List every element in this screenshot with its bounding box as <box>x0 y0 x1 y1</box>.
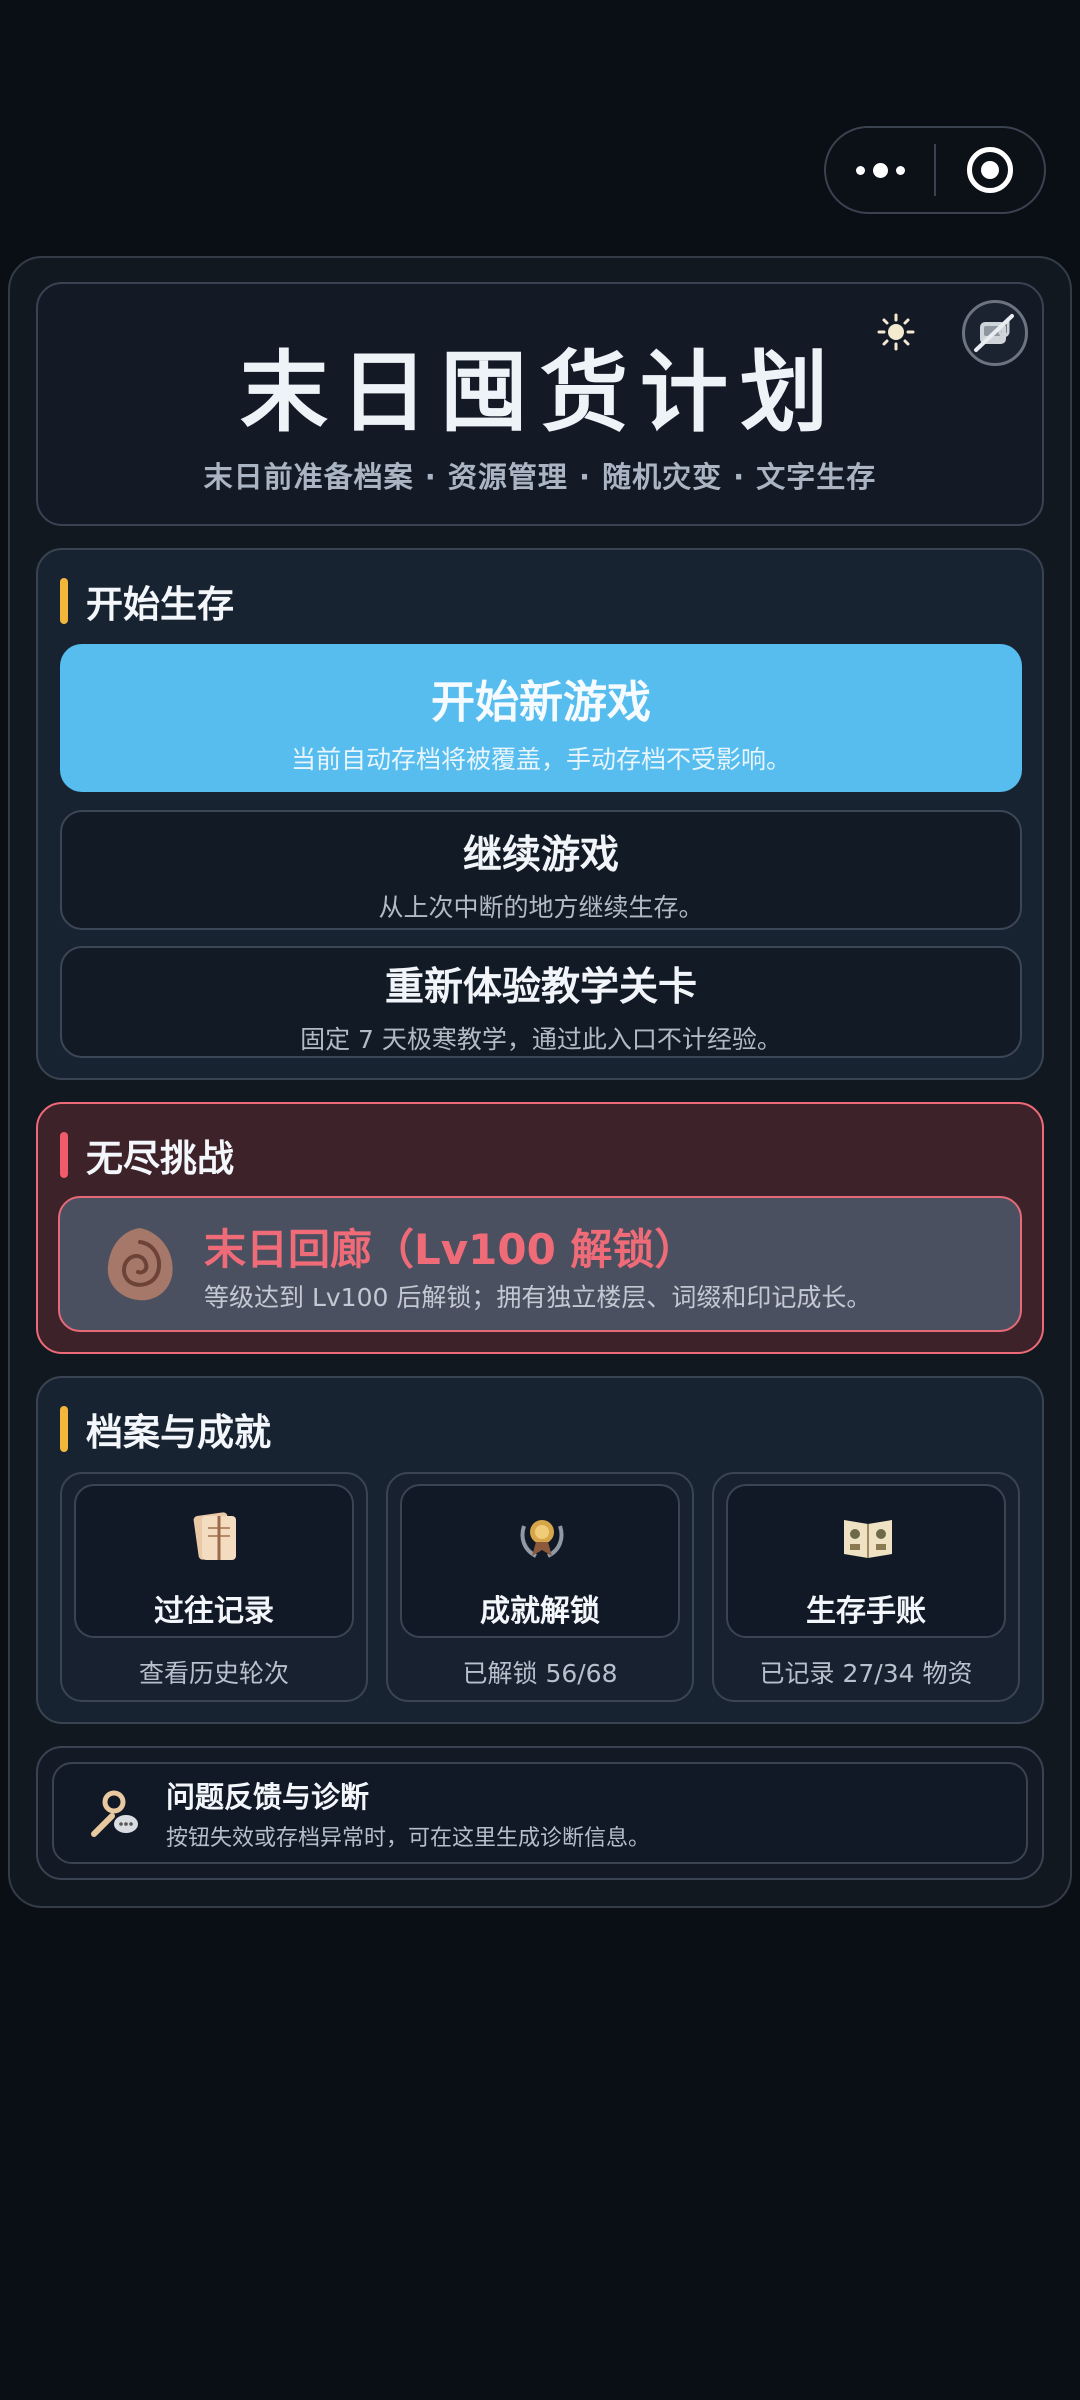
achievements-tile[interactable]: 成就解锁 已解锁 56/68 <box>386 1472 694 1702</box>
tile-inner: 成就解锁 <box>400 1484 680 1638</box>
past-records-tile[interactable]: 过往记录 查看历史轮次 <box>60 1472 368 1702</box>
corridor-desc: 等级达到 Lv100 后解锁；拥有独立楼层、词缀和印记成长。 <box>204 1283 872 1312</box>
title-card: 末日囤货计划 末日前准备档案 · 资源管理 · 随机灾变 · 文字生存 <box>36 282 1044 526</box>
start-section-header: 开始生存 <box>60 574 234 628</box>
tile-title: 过往记录 <box>154 1594 274 1629</box>
scroll-papers-icon <box>193 1512 236 1560</box>
tile-subtitle: 查看历史轮次 <box>138 1659 289 1688</box>
section-accent-bar <box>60 1406 68 1452</box>
section-accent-bar <box>60 578 68 624</box>
tile-inner: 过往记录 <box>74 1484 354 1638</box>
continue-game-desc: 从上次中断的地方继续生存。 <box>378 893 704 922</box>
tutorial-button[interactable]: 重新体验教学关卡 固定 7 天极寒教学，通过此入口不计经验。 <box>60 946 1022 1058</box>
continue-game-title: 继续游戏 <box>462 833 619 878</box>
feedback-button[interactable]: 问题反馈与诊断 按钮失效或存档异常时，可在这里生成诊断信息。 <box>52 1762 1028 1864</box>
tile-title: 成就解锁 <box>480 1594 600 1629</box>
target-circle-icon <box>967 147 1013 193</box>
new-game-desc: 当前自动存档将被覆盖，手动存档不受影响。 <box>290 745 791 774</box>
continue-game-button[interactable]: 继续游戏 从上次中断的地方继续生存。 <box>60 810 1022 930</box>
new-game-title: 开始新游戏 <box>431 677 651 728</box>
miniprogram-capsule <box>824 126 1046 214</box>
more-button[interactable] <box>826 128 934 212</box>
medal-laurel-icon <box>520 1520 564 1558</box>
section-title: 开始生存 <box>86 583 234 626</box>
tutorial-desc: 固定 7 天极寒教学，通过此入口不计经验。 <box>300 1025 782 1054</box>
game-subtitle: 末日前准备档案 · 资源管理 · 随机灾变 · 文字生存 <box>203 460 877 494</box>
section-title: 无尽挑战 <box>86 1137 234 1180</box>
more-dots-icon <box>855 162 905 178</box>
music-off-icon <box>974 314 1014 352</box>
tile-subtitle: 已记录 27/34 物资 <box>759 1659 973 1688</box>
tile-subtitle: 已解锁 56/68 <box>462 1659 618 1688</box>
feedback-section: 问题反馈与诊断 按钮失效或存档异常时，可在这里生成诊断信息。 <box>36 1746 1044 1880</box>
archive-section-header: 档案与成就 <box>60 1402 271 1456</box>
section-title: 档案与成就 <box>86 1411 271 1454</box>
close-miniprogram-button[interactable] <box>936 128 1044 212</box>
open-book-icon <box>844 1520 892 1558</box>
doomsday-corridor-button[interactable]: 末日回廊（Lv100 解锁） 等级达到 Lv100 后解锁；拥有独立楼层、词缀和… <box>58 1196 1022 1332</box>
spiral-shell-icon <box>107 1228 173 1301</box>
wrench-chat-icon <box>91 1790 138 1837</box>
tile-title: 生存手账 <box>806 1594 926 1629</box>
endless-section-header: 无尽挑战 <box>60 1128 234 1182</box>
new-game-button[interactable]: 开始新游戏 当前自动存档将被覆盖，手动存档不受影响。 <box>60 644 1022 792</box>
archive-section: 档案与成就 过往记录 查看历史轮次 成就解锁 已解锁 56/68 生存手账 已记… <box>36 1376 1044 1724</box>
feedback-title: 问题反馈与诊断 <box>166 1780 370 1814</box>
corridor-title: 末日回廊（Lv100 解锁） <box>204 1225 697 1274</box>
section-accent-bar <box>60 1132 68 1178</box>
tutorial-title: 重新体验教学关卡 <box>384 965 697 1010</box>
feedback-desc: 按钮失效或存档异常时，可在这里生成诊断信息。 <box>166 1826 651 1851</box>
tile-inner: 生存手账 <box>726 1484 1006 1638</box>
start-section: 开始生存 开始新游戏 当前自动存档将被覆盖，手动存档不受影响。 继续游戏 从上次… <box>36 548 1044 1080</box>
survival-notebook-tile[interactable]: 生存手账 已记录 27/34 物资 <box>712 1472 1020 1702</box>
endless-section: 无尽挑战 末日回廊（Lv100 解锁） 等级达到 Lv100 后解锁；拥有独立楼… <box>36 1102 1044 1354</box>
music-toggle-button[interactable] <box>962 300 1028 366</box>
sun-icon[interactable] <box>876 312 916 352</box>
